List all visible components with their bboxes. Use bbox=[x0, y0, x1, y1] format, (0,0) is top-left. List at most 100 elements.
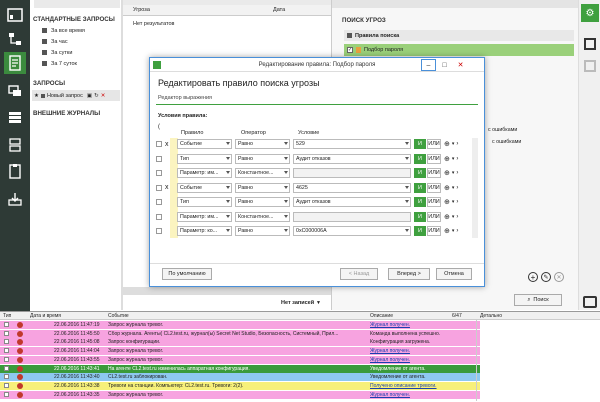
log-row[interactable]: 22.06.2016 11:45:50 Сбор журнала. Агенты(… bbox=[0, 329, 480, 338]
print-icon[interactable] bbox=[583, 296, 597, 308]
add-condition-icon[interactable]: ⊕ bbox=[444, 140, 450, 148]
delete-rule-icon[interactable]: ✕ bbox=[554, 272, 564, 282]
console-icon[interactable] bbox=[4, 4, 26, 26]
save-icon[interactable] bbox=[584, 38, 596, 50]
stack-icon[interactable] bbox=[4, 106, 26, 128]
log-row[interactable]: 22.06.2016 11:45:08 Запрос конфигурации. К… bbox=[0, 338, 480, 347]
row-checkbox[interactable] bbox=[156, 170, 162, 176]
log-row[interactable]: 22.06.2016 11:43:38 Тревоги на станции. К… bbox=[0, 381, 480, 390]
add-condition-icon[interactable]: ⊕ bbox=[444, 198, 450, 206]
and-button[interactable]: И bbox=[414, 226, 426, 236]
and-button[interactable]: И bbox=[414, 168, 426, 178]
rule-select[interactable]: Событие bbox=[177, 139, 232, 149]
log-col-event[interactable]: Событие bbox=[108, 313, 129, 319]
log-row[interactable]: 22.06.2016 11:43:41 На агенте CL2.test.ru… bbox=[0, 364, 480, 373]
chevron-right-icon[interactable]: › bbox=[456, 185, 458, 191]
cancel-button[interactable]: Отмена bbox=[436, 268, 472, 280]
chevron-down-icon[interactable]: ▾ bbox=[452, 156, 455, 162]
or-button[interactable]: ИЛИ bbox=[427, 226, 441, 236]
rule-select[interactable]: Тип bbox=[177, 197, 232, 207]
row-checkbox[interactable] bbox=[4, 391, 9, 397]
chevron-right-icon[interactable]: › bbox=[456, 156, 458, 162]
and-button[interactable]: И bbox=[414, 182, 426, 193]
or-button[interactable]: ИЛИ bbox=[427, 182, 441, 193]
rule-item-password[interactable]: ✓ Подбор пароля bbox=[344, 44, 574, 56]
or-button[interactable]: ИЛИ bbox=[427, 139, 441, 149]
row-checkbox[interactable] bbox=[156, 228, 162, 234]
condition-value[interactable]: 529 bbox=[293, 139, 411, 149]
clipboard-icon[interactable] bbox=[4, 160, 26, 182]
add-condition-icon[interactable]: ⊕ bbox=[444, 213, 450, 221]
chevron-down-icon[interactable]: ▾ bbox=[452, 199, 455, 205]
condition-value[interactable]: 4625 bbox=[293, 182, 411, 193]
row-checkbox[interactable] bbox=[4, 348, 9, 354]
log-row[interactable]: 22.06.2016 11:44:04 Запрос журнала тревог… bbox=[0, 347, 480, 356]
log-description-link[interactable]: Журнал получен. bbox=[370, 392, 474, 398]
computers-icon[interactable] bbox=[4, 80, 26, 102]
row-checkbox[interactable] bbox=[4, 322, 9, 327]
settings-icon[interactable]: ⚙ bbox=[581, 4, 599, 22]
close-icon[interactable]: ✕ bbox=[453, 59, 468, 71]
operator-select[interactable]: Равно bbox=[235, 197, 290, 207]
chevron-down-icon[interactable]: ▾ bbox=[452, 170, 455, 176]
query-all-time[interactable]: За все время bbox=[42, 25, 85, 36]
or-button[interactable]: ИЛИ bbox=[427, 211, 441, 222]
condition-value[interactable]: Аудит отказов bbox=[293, 197, 411, 207]
row-checkbox[interactable] bbox=[156, 184, 162, 191]
save-as-icon[interactable] bbox=[584, 60, 596, 72]
edit-rule-icon[interactable]: ✎ bbox=[541, 272, 551, 282]
query-hour[interactable]: За час bbox=[42, 36, 85, 47]
dialog-scrollbar[interactable] bbox=[472, 138, 478, 238]
add-rule-icon[interactable]: + bbox=[528, 272, 538, 282]
close-icon[interactable]: ✕ bbox=[101, 93, 106, 99]
log-col-datetime[interactable]: Дата и время bbox=[30, 313, 61, 319]
collapse-icon[interactable]: ▼ bbox=[316, 300, 321, 306]
add-condition-icon[interactable]: ⊕ bbox=[444, 227, 450, 235]
grid-col-date[interactable]: Дата bbox=[273, 7, 285, 13]
chevron-right-icon[interactable]: › bbox=[456, 214, 458, 220]
checkbox-checked-icon[interactable]: ✓ bbox=[347, 47, 353, 53]
condition-value[interactable] bbox=[293, 211, 411, 222]
log-row[interactable]: 22.06.2016 11:47:19 Запрос журнала тревог… bbox=[0, 321, 480, 329]
log-row[interactable]: 22.06.2016 11:43:35 Запрос журнала тревог… bbox=[0, 390, 480, 399]
log-col-details[interactable]: Детально bbox=[480, 313, 502, 319]
chevron-down-icon[interactable]: ▾ bbox=[452, 141, 455, 147]
query-7-days[interactable]: За 7 суток bbox=[42, 58, 85, 69]
and-button[interactable]: И bbox=[414, 211, 426, 222]
row-checkbox[interactable] bbox=[4, 382, 9, 388]
row-checkbox[interactable] bbox=[4, 365, 9, 371]
query-day[interactable]: За сутки bbox=[42, 47, 85, 58]
row-checkbox[interactable] bbox=[156, 155, 162, 162]
new-query-item[interactable]: ★ Новый запрос ▣ ↻ ✕ bbox=[32, 90, 120, 101]
operator-select[interactable]: Равно bbox=[235, 153, 290, 164]
log-journal-icon[interactable] bbox=[4, 52, 26, 74]
log-description-link[interactable]: Получено описание тревоги. bbox=[370, 383, 474, 389]
chevron-right-icon[interactable]: › bbox=[456, 141, 458, 147]
download-icon[interactable] bbox=[4, 188, 26, 210]
log-row[interactable]: 22.06.2016 11:43:40 CL2.test.ru заблокиро… bbox=[0, 373, 480, 382]
network-icon[interactable] bbox=[4, 28, 26, 50]
grid-scrollbar[interactable] bbox=[123, 287, 331, 295]
row-checkbox[interactable] bbox=[4, 330, 9, 336]
row-checkbox[interactable] bbox=[4, 356, 9, 362]
or-button[interactable]: ИЛИ bbox=[427, 153, 441, 164]
log-col-description[interactable]: Описание bbox=[370, 313, 393, 319]
chevron-down-icon[interactable]: ▾ bbox=[452, 185, 455, 191]
refresh-icon[interactable]: ↻ bbox=[94, 93, 99, 99]
log-row[interactable]: 22.06.2016 11:43:55 Запрос журнала тревог… bbox=[0, 355, 480, 364]
rule-select[interactable]: Параметр: ко... bbox=[177, 226, 232, 236]
search-button[interactable]: ⌕ Поиск bbox=[514, 294, 562, 306]
row-checkbox[interactable] bbox=[156, 199, 162, 205]
operator-select[interactable]: Константное... bbox=[235, 211, 290, 222]
chevron-right-icon[interactable]: › bbox=[456, 170, 458, 176]
condition-value[interactable]: 0xC000006A bbox=[293, 226, 411, 236]
minimize-icon[interactable]: – bbox=[421, 59, 436, 71]
maximize-icon[interactable]: □ bbox=[437, 59, 452, 71]
row-checkbox[interactable] bbox=[4, 339, 9, 345]
operator-select[interactable]: Равно bbox=[235, 182, 290, 193]
or-button[interactable]: ИЛИ bbox=[427, 168, 441, 178]
add-condition-icon[interactable]: ⊕ bbox=[444, 169, 450, 177]
row-checkbox[interactable] bbox=[156, 141, 162, 147]
log-col-type[interactable]: Тип bbox=[3, 313, 11, 319]
chevron-down-icon[interactable]: ▾ bbox=[452, 214, 455, 220]
